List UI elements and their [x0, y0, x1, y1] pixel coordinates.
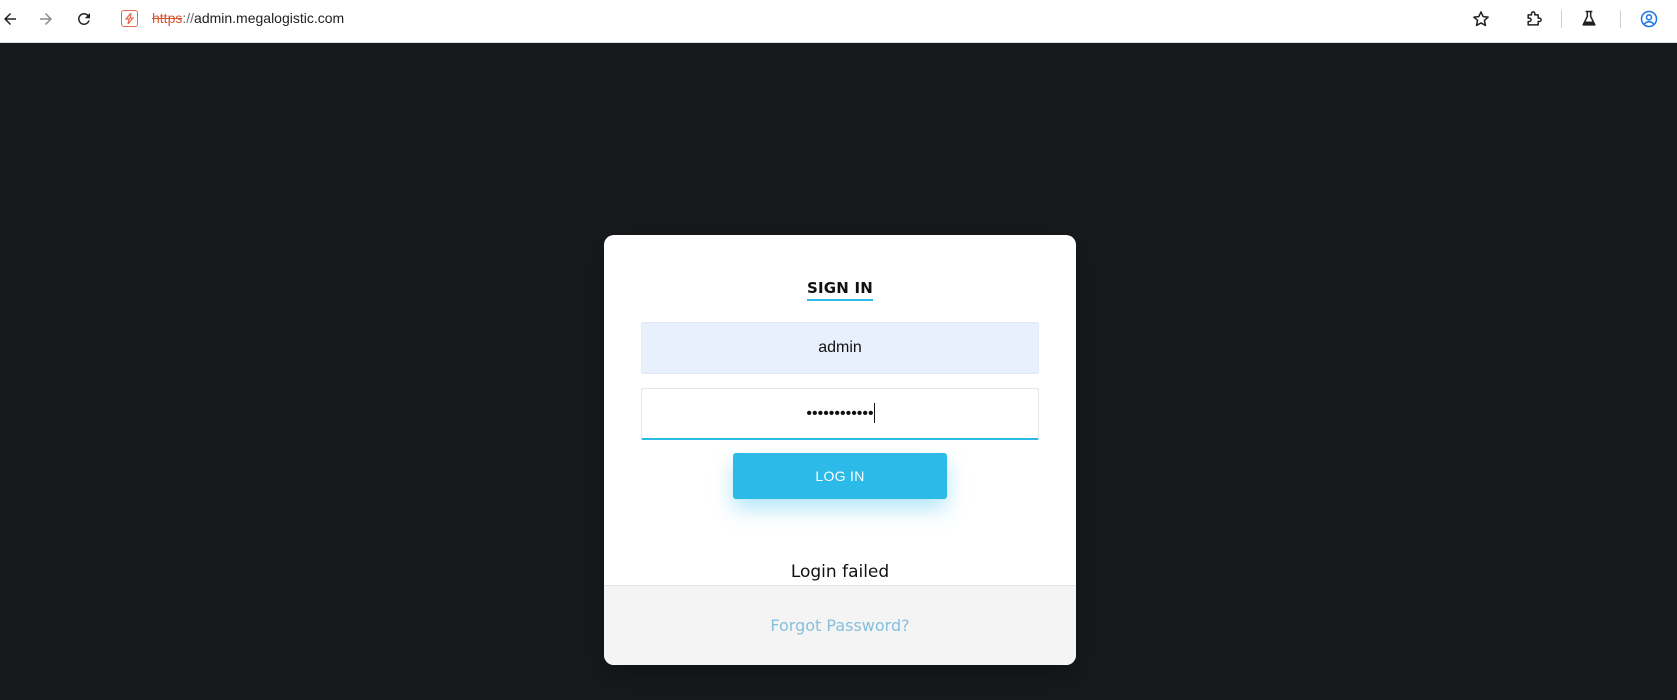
star-icon: [1473, 11, 1489, 27]
not-secure-icon[interactable]: [121, 9, 138, 27]
puzzle-icon: [1527, 11, 1542, 26]
account-circle-icon: [1640, 10, 1658, 28]
flask-icon: [1582, 10, 1596, 26]
card-title-wrap: SIGN IN: [604, 279, 1076, 301]
reload-icon: [77, 12, 90, 25]
arrow-left-icon: [4, 13, 16, 25]
forgot-password-link[interactable]: Forgot Password?: [770, 616, 909, 635]
url-scheme: https: [152, 10, 183, 26]
card-footer: Forgot Password?: [604, 585, 1076, 665]
toolbar-divider: [1620, 10, 1621, 28]
username-input[interactable]: [641, 322, 1039, 374]
forward-button[interactable]: [33, 6, 59, 32]
url-text[interactable]: https://admin.megalogistic.com: [152, 10, 344, 26]
arrow-right-icon: [40, 13, 52, 25]
reload-button[interactable]: [71, 6, 97, 32]
toolbar-divider: [1561, 10, 1562, 28]
url-separator: ://: [182, 10, 195, 26]
text-caret: [874, 403, 875, 423]
profile-button[interactable]: [1638, 8, 1660, 30]
extensions-button[interactable]: [1523, 8, 1545, 30]
url-host: admin.megalogistic.com: [194, 10, 345, 26]
sign-in-title: SIGN IN: [806, 279, 873, 301]
login-card: SIGN IN LOG IN Login failed Forgot Passw…: [604, 235, 1076, 665]
bookmark-button[interactable]: [1470, 8, 1492, 30]
back-button[interactable]: [0, 6, 23, 32]
login-error-message: Login failed: [790, 562, 890, 582]
password-input[interactable]: [641, 388, 1039, 440]
address-bar[interactable]: https://admin.megalogistic.com: [112, 3, 1504, 33]
labs-button[interactable]: [1578, 8, 1600, 30]
login-button[interactable]: LOG IN: [733, 453, 947, 499]
browser-toolbar: https://admin.megalogistic.com: [0, 0, 1677, 43]
